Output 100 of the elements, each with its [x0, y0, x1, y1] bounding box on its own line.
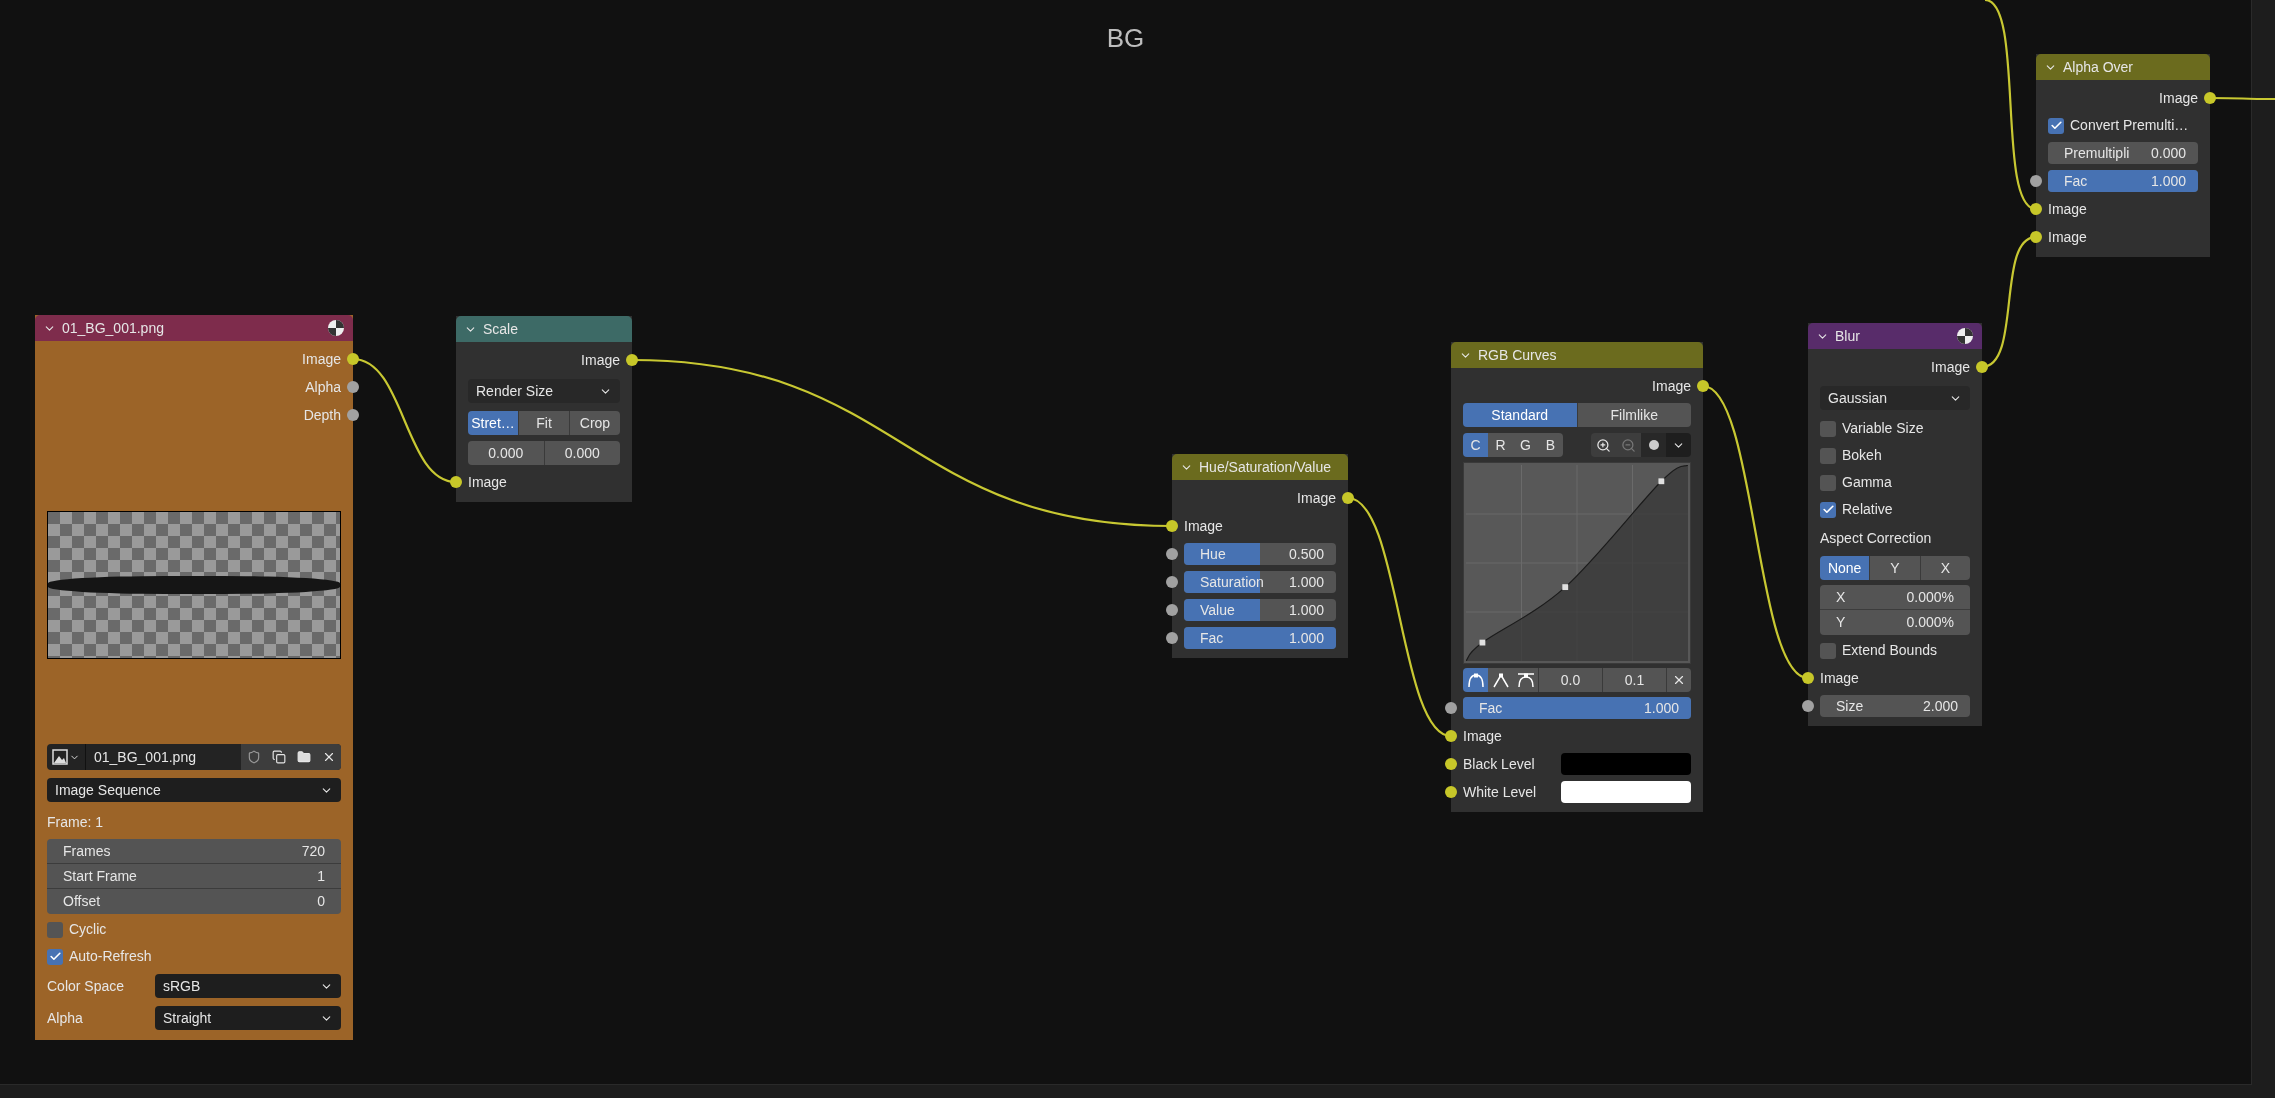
close-button[interactable]: [316, 744, 341, 770]
socket-label: Image: [2159, 88, 2198, 108]
handle-type-icon: [1516, 672, 1535, 688]
control-point[interactable]: [1562, 584, 1569, 590]
segment-tab[interactable]: None: [1820, 556, 1871, 580]
slider-field[interactable]: Fac 1.000: [2048, 170, 2198, 192]
check-icon: [1821, 503, 1835, 516]
node-card[interactable]: Alpha Over Image Convert Premulti… Premultipli 0.000 Fac 1.000 Image Image: [2030, 54, 2216, 257]
handle-type-button[interactable]: [1488, 668, 1513, 692]
checkbox[interactable]: [2048, 117, 2064, 134]
socket-label: Black Level: [1463, 754, 1536, 774]
handle-type-button[interactable]: [1463, 668, 1488, 692]
slider-field[interactable]: Fac 1.000: [1463, 697, 1691, 719]
field-label: Frames: [63, 841, 111, 861]
check-icon: [48, 950, 62, 963]
node-title: RGB Curves: [1478, 345, 1558, 365]
checkbox[interactable]: [1820, 474, 1836, 491]
menu-button[interactable]: [1666, 433, 1691, 457]
segment-tab[interactable]: X: [1920, 556, 1970, 580]
dropdown[interactable]: Straight: [155, 1006, 341, 1030]
node-header[interactable]: RGB Curves: [1451, 342, 1703, 368]
node-header[interactable]: 01_BG_001.png: [35, 315, 353, 341]
slider-field[interactable]: Fac 1.000: [1184, 627, 1336, 649]
channel-tab[interactable]: R: [1488, 433, 1513, 457]
segment-tab[interactable]: Stret…: [468, 411, 519, 435]
clip-button[interactable]: [1641, 433, 1666, 457]
handle-type-icon: [1491, 672, 1510, 688]
node-header[interactable]: Scale: [456, 316, 632, 342]
socket-label: Image: [1820, 668, 1859, 688]
socket-label: Image: [1652, 376, 1691, 396]
node-card[interactable]: Scale Image Render Size Stret… Fit Crop 0.000 0.000 Image: [450, 316, 638, 502]
checkbox[interactable]: [1820, 642, 1836, 659]
slider-value: 1.000: [1288, 600, 1325, 620]
checkbox-label: Variable Size: [1842, 419, 1924, 438]
field-label: Start Frame: [63, 866, 137, 886]
checkbox-label: Extend Bounds: [1842, 641, 1937, 660]
checkbox[interactable]: [47, 921, 63, 938]
zoom-out-icon: [1621, 437, 1636, 453]
sphere-icon[interactable]: [327, 319, 345, 337]
checkbox-label: Convert Premulti…: [2070, 116, 2189, 135]
control-point[interactable]: [1658, 478, 1665, 485]
field-label: Y: [1836, 613, 1846, 632]
color-swatch[interactable]: [1561, 781, 1691, 803]
socket-label: Depth: [303, 405, 341, 425]
node-header[interactable]: Alpha Over: [2036, 54, 2210, 80]
checkbox[interactable]: [1820, 447, 1836, 464]
node-title: Blur: [1835, 326, 1861, 346]
number-field[interactable]: 0.1: [1602, 668, 1666, 692]
image-name-field[interactable]: 01_BG_001.png: [86, 746, 241, 768]
number-field[interactable]: Start Frame 1: [47, 864, 341, 889]
segment-tab[interactable]: Fit: [519, 411, 570, 435]
checkbox[interactable]: [1820, 501, 1836, 518]
slider-field[interactable]: Hue 0.500: [1184, 543, 1336, 565]
fake-user-button[interactable]: [241, 744, 266, 770]
number-field[interactable]: Offset 0: [47, 889, 341, 914]
node-title: 01_BG_001.png: [62, 318, 165, 338]
node-card[interactable]: Blur Image Gaussian Variable Size Bokeh Gamma Relative Aspect Correction None Y X X 0.000% Y 0.000% Extend Bounds Image Size 2.000: [1802, 323, 1988, 726]
segment-tab[interactable]: Y: [1870, 556, 1921, 580]
zoom-in-button[interactable]: [1591, 433, 1616, 457]
sphere-icon[interactable]: [1956, 327, 1974, 345]
field-label: Offset: [63, 892, 101, 911]
copy-icon: [271, 750, 286, 764]
dropdown[interactable]: Gaussian: [1820, 386, 1970, 410]
segment-tab[interactable]: Filmlike: [1577, 403, 1691, 427]
channel-tab[interactable]: C: [1463, 433, 1488, 457]
socket-label: Alpha: [305, 377, 341, 397]
channel-tab[interactable]: B: [1538, 433, 1563, 457]
handle-type-button[interactable]: [1513, 668, 1538, 692]
delete-point-button[interactable]: [1666, 668, 1691, 692]
dropdown[interactable]: Render Size: [468, 379, 620, 403]
dropdown[interactable]: Image Sequence: [47, 778, 341, 802]
shield-icon: [246, 750, 261, 764]
number-field[interactable]: 0.0: [1538, 668, 1602, 692]
color-swatch[interactable]: [1561, 753, 1691, 775]
folder-icon: [296, 750, 311, 764]
field-label: Alpha: [47, 1008, 84, 1028]
checkbox[interactable]: [47, 948, 63, 965]
field-label: X: [1836, 587, 1846, 607]
channel-tab[interactable]: G: [1513, 433, 1538, 457]
slider-value: 1.000: [1288, 628, 1325, 648]
socket-label: Image: [1463, 726, 1502, 746]
segment-tab[interactable]: Standard: [1463, 403, 1578, 427]
handle-type-icon: [1466, 672, 1485, 688]
number-field[interactable]: Premultipli 0.000: [2048, 142, 2198, 164]
control-point[interactable]: [1479, 639, 1486, 646]
dropdown[interactable]: sRGB: [155, 974, 341, 998]
number-field[interactable]: Y 0.000%: [1820, 610, 1970, 635]
node-card[interactable]: RGB Curves Image Standard Filmlike C R G B 0.0 0.1 Fac 1.000 Image Black Level White Level: [1445, 342, 1709, 812]
node-header[interactable]: Hue/Saturation/Value: [1172, 454, 1348, 480]
node-header[interactable]: Blur: [1808, 323, 1982, 349]
slider-field[interactable]: Value 1.000: [1184, 599, 1336, 621]
number-field[interactable]: 0.000: [468, 441, 545, 465]
socket-label: Image: [2048, 199, 2087, 219]
number-field[interactable]: 0.000: [544, 441, 620, 465]
number-field[interactable]: Frames 720: [47, 839, 341, 864]
number-field[interactable]: Size 2.000: [1820, 695, 1970, 717]
check-icon: [2049, 119, 2063, 132]
segment-tab[interactable]: Crop: [570, 411, 620, 435]
number-field[interactable]: X 0.000%: [1820, 585, 1970, 610]
checkbox[interactable]: [1820, 420, 1836, 437]
